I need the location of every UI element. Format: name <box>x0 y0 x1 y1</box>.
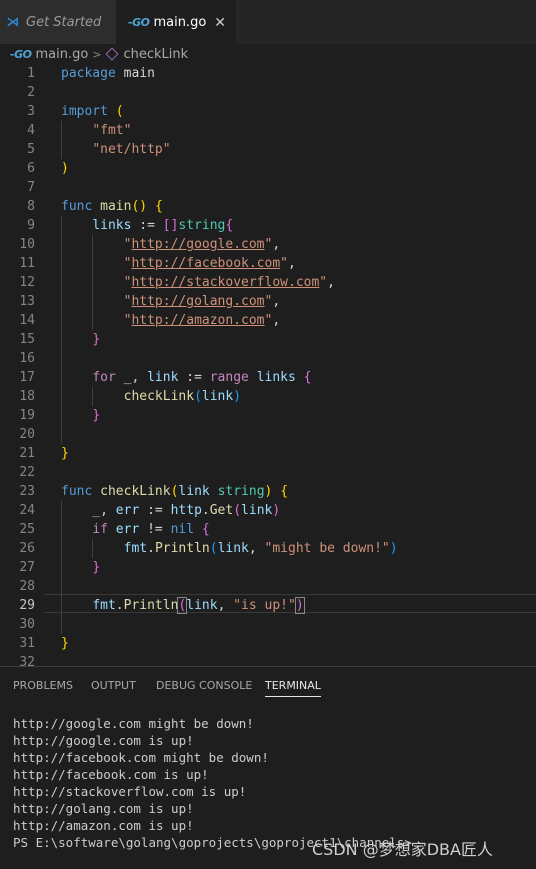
code-line: 2 <box>27 85 35 100</box>
code-line: 6) <box>27 161 69 176</box>
code-line: 17 for _, link := range links { <box>19 370 312 385</box>
breadcrumb-symbol[interactable]: checkLink <box>124 47 189 62</box>
code-line: 28 <box>19 579 35 594</box>
code-line: 21} <box>19 446 69 461</box>
go-file-icon: -GO <box>10 47 32 61</box>
tab-output[interactable]: OUTPUT <box>91 679 136 692</box>
code-line: 32 <box>19 655 35 666</box>
go-file-icon: -GO <box>128 16 150 29</box>
code-line: 16 <box>19 351 35 366</box>
code-line: 10 "http://google.com", <box>19 237 281 252</box>
terminal-line: http://facebook.com is up! <box>13 767 209 782</box>
tab-label: main.go <box>153 15 207 30</box>
vscode-icon: ⋊ <box>6 14 20 30</box>
code-line: 26 fmt.Println(link, "might be down!") <box>19 541 398 556</box>
code-line: 15 } <box>19 332 101 347</box>
code-line: 9 links := []string{ <box>27 218 234 233</box>
terminal-output[interactable]: http://google.com might be down! http://g… <box>13 715 412 851</box>
code-line: 31} <box>19 636 69 651</box>
code-editor[interactable]: 1 package main 2 3 import ( 4 "fmt" 5 "net… <box>0 64 536 666</box>
code-line: 30 <box>19 617 35 632</box>
code-line: 8 func main() { <box>27 199 163 214</box>
tab-label: Get Started <box>26 14 102 30</box>
function-symbol-icon <box>105 47 118 61</box>
panel-tabs: PROBLEMS OUTPUT DEBUG CONSOLE TERMINAL <box>0 667 536 703</box>
terminal-line: http://stackoverflow.com is up! <box>13 784 247 799</box>
tab-terminal[interactable]: TERMINAL <box>265 679 321 697</box>
code-line: 14 "http://amazon.com", <box>19 313 281 328</box>
code-line: 5 "net/http" <box>27 142 171 157</box>
code-line: 20 <box>19 427 35 442</box>
code-line: 3 import ( <box>27 104 124 119</box>
tab-main-go[interactable]: -GO main.go ✕ <box>116 0 236 44</box>
code-line: 22 <box>19 465 35 480</box>
terminal-line: http://google.com might be down! <box>13 716 254 731</box>
code-line: 11 "http://facebook.com", <box>19 256 296 271</box>
code-line: 4 "fmt" <box>27 123 132 138</box>
tab-debug-console[interactable]: DEBUG CONSOLE <box>156 679 252 692</box>
code-line: 19 } <box>19 408 101 423</box>
code-line: 12 "http://stackoverflow.com", <box>19 275 335 290</box>
code-line: 25 if err != nil { <box>19 522 210 537</box>
breadcrumb: -GO main.go > checkLink <box>0 44 536 64</box>
code-line: 7 <box>27 180 35 195</box>
code-line-active: 29 fmt.Println(link, "is up!") <box>19 597 305 614</box>
terminal-line: http://amazon.com is up! <box>13 818 194 833</box>
breadcrumb-file[interactable]: main.go <box>35 47 88 62</box>
code-line: 27 } <box>19 560 101 575</box>
watermark: CSDN @梦想家DBA匠人 <box>312 840 493 859</box>
code-line: 1 package main <box>27 66 155 81</box>
terminal-line: http://golang.com is up! <box>13 801 194 816</box>
code-line: 18 checkLink(link) <box>19 389 242 404</box>
close-icon[interactable]: ✕ <box>214 15 226 31</box>
terminal-line: http://facebook.com might be down! <box>13 750 269 765</box>
tab-bar: ⋊ Get Started -GO main.go ✕ <box>0 0 536 44</box>
tab-get-started[interactable]: ⋊ Get Started <box>0 0 116 44</box>
chevron-right-icon: > <box>92 47 102 61</box>
code-line: 23 func checkLink(link string) { <box>19 484 289 499</box>
tab-problems[interactable]: PROBLEMS <box>13 679 73 692</box>
code-line: 24 _, err := http.Get(link) <box>19 503 281 518</box>
terminal-line: http://google.com is up! <box>13 733 194 748</box>
code-line: 13 "http://golang.com", <box>19 294 281 309</box>
